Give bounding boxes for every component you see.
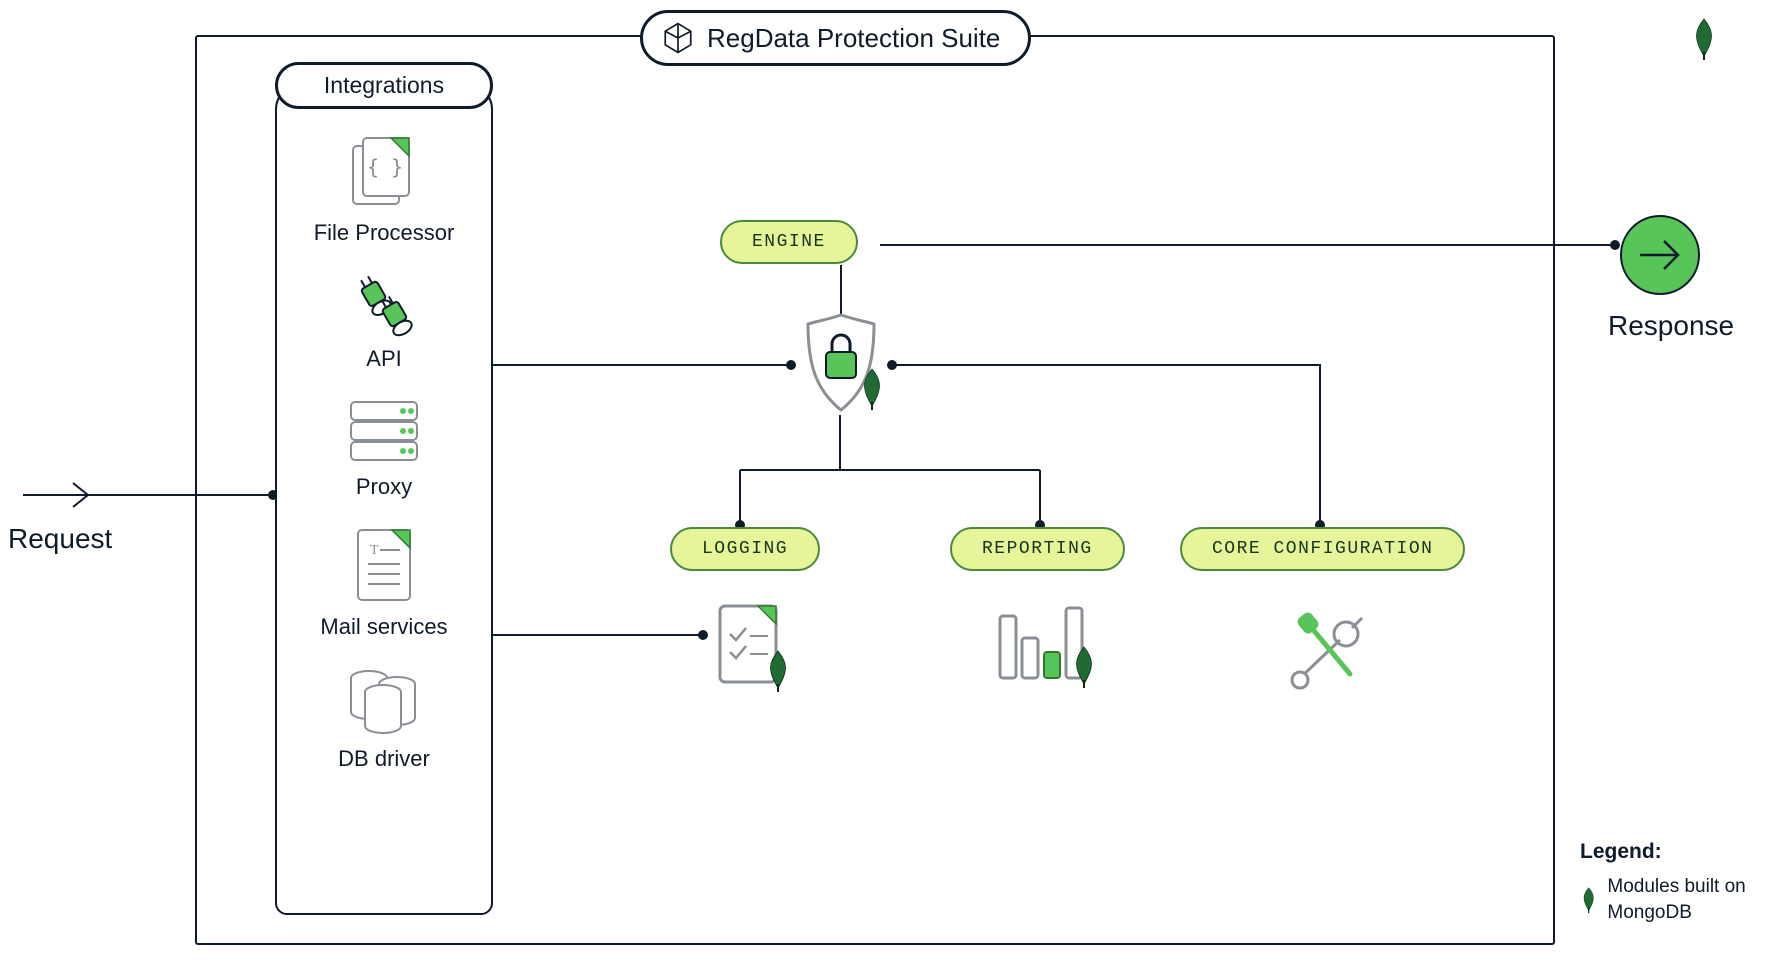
proxy-server-icon	[341, 394, 427, 468]
engine-module: ENGINE	[720, 220, 858, 264]
reporting-module: REPORTING	[950, 527, 1125, 571]
file-processor-label: File Processor	[314, 220, 455, 246]
mail-file-icon: T	[348, 522, 420, 608]
request-label: Request	[8, 523, 112, 555]
svg-text:{ }: { }	[367, 155, 403, 179]
integration-item-mail: T Mail services	[320, 522, 447, 640]
integrations-panel: Integrations { } File Processor	[275, 85, 493, 915]
legend: Legend: Modules built on MongoDB	[1580, 840, 1760, 925]
db-driver-icon	[339, 662, 429, 740]
integration-item-proxy: Proxy	[341, 394, 427, 500]
coreconfig-to-shield-connector	[880, 355, 1330, 545]
integration-item-db: DB driver	[338, 662, 430, 772]
integration-item-file-processor: { } File Processor	[314, 132, 455, 246]
core-configuration-module: CORE CONFIGURATION	[1180, 527, 1465, 571]
suite-title: RegData Protection Suite	[707, 23, 1000, 54]
logging-file-icon	[710, 598, 810, 713]
mongodb-leaf-icon	[1580, 881, 1597, 919]
hex-cube-icon	[661, 21, 695, 55]
integrations-list: { } File Processor API	[277, 122, 491, 772]
response-circle	[1620, 215, 1700, 295]
response-label: Response	[1608, 310, 1734, 342]
integrations-to-logging-connector	[493, 620, 718, 650]
shield-lock-icon	[796, 310, 906, 435]
proxy-label: Proxy	[356, 474, 412, 500]
integration-item-api: API	[343, 268, 425, 372]
svg-text:T: T	[370, 543, 379, 558]
integrations-to-shield-connector	[493, 355, 803, 375]
logging-module: LOGGING	[670, 527, 820, 571]
arrow-right-icon	[1638, 237, 1682, 273]
config-tools-icon	[1280, 600, 1380, 705]
request-arrow	[18, 480, 283, 510]
api-label: API	[366, 346, 401, 372]
mongodb-leaf-icon	[1690, 18, 1718, 65]
api-plug-icon	[343, 268, 425, 340]
engine-to-response-connector	[880, 235, 1625, 255]
legend-title: Legend:	[1580, 840, 1760, 864]
legend-leaf-text: Modules built on MongoDB	[1607, 874, 1760, 925]
reporting-chart-icon	[990, 598, 1110, 713]
integrations-header: Integrations	[275, 62, 493, 109]
mail-label: Mail services	[320, 614, 447, 640]
db-label: DB driver	[338, 746, 430, 772]
suite-title-pill: RegData Protection Suite	[640, 10, 1031, 66]
file-processor-icon: { }	[345, 132, 423, 214]
